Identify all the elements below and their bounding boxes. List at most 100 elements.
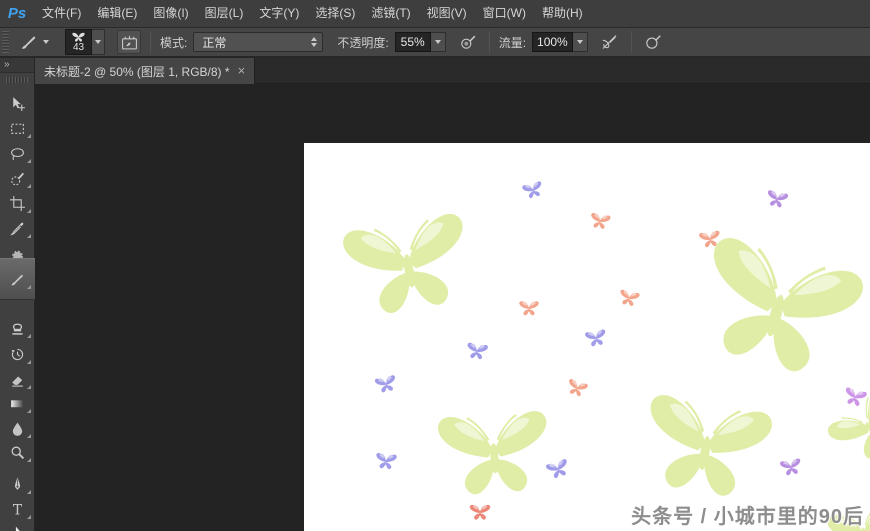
butterfly-small (617, 289, 640, 308)
options-bar-grip[interactable] (2, 31, 9, 53)
opacity-dropdown-button[interactable] (430, 32, 446, 52)
history-brush-tool[interactable] (3, 343, 32, 365)
dodge-tool[interactable] (3, 441, 32, 463)
document-canvas[interactable]: 头条号 / 小城市里的90后 (304, 143, 870, 531)
butterfly-small (465, 342, 489, 361)
path-selection-tool-icon (15, 526, 21, 531)
butterflies-artwork (341, 180, 870, 531)
blur-tool-icon (12, 422, 23, 436)
blur-tool[interactable] (3, 417, 32, 439)
opacity-input[interactable]: 55% (394, 32, 431, 52)
butterfly-small (545, 458, 571, 481)
quick-selection-tool[interactable] (3, 167, 32, 189)
rectangular-marquee-tool[interactable] (3, 117, 32, 139)
close-tab-icon[interactable]: × (238, 64, 246, 77)
dodge-tool-icon (11, 446, 25, 459)
gradient-tool[interactable] (3, 392, 32, 414)
menu-type[interactable]: 文字(Y) (251, 0, 307, 27)
menu-layer[interactable]: 图层(L) (197, 0, 252, 27)
menu-view[interactable]: 视图(V) (419, 0, 475, 27)
photoshop-window: Ps 文件(F) 编辑(E) 图像(I) 图层(L) 文字(Y) 选择(S) 滤镜(T) 视图… (0, 0, 870, 531)
move-tool-icon (13, 96, 25, 111)
menu-edit[interactable]: 编辑(E) (89, 0, 145, 27)
menu-items: 文件(F) 编辑(E) 图像(I) 图层(L) 文字(Y) 选择(S) 滤镜(T) 视图(V)… (34, 0, 591, 27)
flow-dropdown-button[interactable] (572, 32, 588, 52)
brush-size-dropdown-button[interactable] (92, 29, 105, 55)
menu-image[interactable]: 图像(I) (145, 0, 196, 27)
pen-tool[interactable] (3, 473, 32, 495)
pen-tool-icon (14, 477, 21, 490)
history-brush-tool-icon (11, 348, 24, 360)
canvas-pasteboard: 头条号 / 小城市里的90后 (35, 84, 870, 531)
butterfly-small (765, 189, 789, 209)
butterfly-large (688, 234, 867, 384)
brush-panel-icon (121, 35, 137, 49)
lasso-tool[interactable] (3, 142, 32, 164)
brush-preset-picker[interactable]: 43 (65, 29, 105, 55)
chevron-down-icon (43, 40, 49, 44)
flow-label: 流量: (498, 35, 527, 50)
collapse-toolbar-button[interactable]: » (0, 58, 34, 73)
path-selection-tool[interactable] (3, 522, 32, 531)
butterfly-large (637, 392, 774, 503)
butterfly-small (589, 212, 611, 230)
butterfly-small (469, 504, 491, 520)
tools-panel: » T (0, 58, 35, 531)
pressure-size-icon (645, 35, 661, 49)
tools-panel-grip[interactable] (6, 75, 28, 84)
type-tool[interactable]: T (3, 498, 32, 520)
lasso-tool-icon (11, 147, 24, 160)
opacity-label: 不透明度: (337, 35, 389, 50)
eraser-tool-icon (12, 376, 23, 387)
mode-select[interactable]: 正常 (193, 32, 324, 52)
tab-bar: 未标题-2 @ 50% (图层 1, RGB/8) * × (35, 58, 870, 84)
butterfly-large (437, 410, 551, 497)
menu-window[interactable]: 窗口(W) (475, 0, 534, 27)
menu-file[interactable]: 文件(F) (34, 0, 89, 27)
menu-help[interactable]: 帮助(H) (534, 0, 591, 27)
eyedropper-tool[interactable] (3, 217, 32, 239)
tool-preset-picker[interactable] (15, 30, 52, 54)
butterfly-small (375, 452, 397, 470)
brush-size-value: 43 (72, 42, 85, 53)
photoshop-logo-icon[interactable]: Ps (0, 5, 34, 22)
pressure-opacity-button[interactable] (456, 30, 480, 54)
brush-tool-icon (18, 32, 40, 52)
menu-filter[interactable]: 滤镜(T) (363, 0, 418, 27)
document-tab-title: 未标题-2 @ 50% (图层 1, RGB/8) * (44, 64, 230, 79)
rectangular-marquee-tool-icon (11, 123, 24, 134)
butterfly-small (584, 329, 608, 348)
menu-select[interactable]: 选择(S) (307, 0, 363, 27)
butterfly-small (521, 180, 545, 200)
menu-bar: Ps 文件(F) 编辑(E) 图像(I) 图层(L) 文字(Y) 选择(S) 滤镜(T) 视图… (0, 0, 870, 28)
updown-stepper-icon (311, 37, 318, 47)
clone-stamp-tool[interactable] (3, 317, 32, 339)
clone-stamp-tool-icon (12, 323, 23, 335)
brush-tool-icon (11, 274, 23, 285)
butterfly-small (565, 378, 589, 398)
gradient-tool-icon (11, 399, 24, 407)
airbrush-icon (602, 35, 617, 49)
butterfly-small (842, 386, 868, 408)
eraser-tool[interactable] (3, 368, 32, 390)
toggle-brush-panel-button[interactable] (117, 30, 141, 54)
pressure-size-button[interactable] (641, 30, 665, 54)
brush-tool[interactable] (3, 268, 32, 290)
butterfly-small (374, 374, 398, 394)
divider (488, 31, 490, 53)
crop-tool[interactable] (3, 192, 32, 214)
butterfly-small (779, 458, 803, 477)
quick-selection-tool-icon (11, 172, 24, 185)
mode-value: 正常 (202, 35, 227, 50)
type-tool-icon: T (13, 502, 23, 517)
flow-input[interactable]: 100% (532, 32, 573, 52)
airbrush-button[interactable] (598, 30, 622, 54)
eyedropper-tool-icon (10, 221, 24, 235)
divider (630, 31, 632, 53)
butterfly-small (519, 301, 539, 316)
divider (150, 31, 151, 53)
mode-label: 模式: (160, 35, 188, 50)
butterfly-large (341, 211, 476, 320)
document-tab[interactable]: 未标题-2 @ 50% (图层 1, RGB/8) * × (35, 58, 256, 84)
move-tool[interactable] (3, 92, 32, 114)
